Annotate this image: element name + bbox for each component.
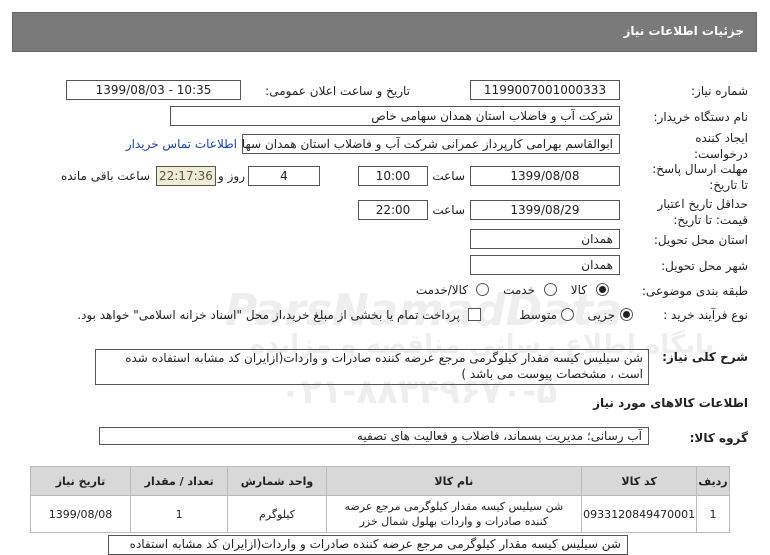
category-goods-label: کالا bbox=[570, 283, 587, 297]
validity-time-label: ساعت bbox=[432, 203, 465, 217]
category-label: طبقه بندی موضوعی: bbox=[641, 284, 748, 298]
need-number-label: شماره نیاز: bbox=[691, 84, 748, 98]
col-code: کد کالا bbox=[581, 466, 698, 496]
bottom-description-box: شن سیلیس کیسه مقدار کیلوگرمی مرجع عرضه ک… bbox=[108, 535, 628, 555]
creator-field: ابوالقاسم بهرامی کارپرداز عمرانی شرکت آب… bbox=[242, 134, 620, 154]
treasury-payment-checkbox[interactable] bbox=[468, 308, 481, 321]
reply-date-field: 1399/08/08 bbox=[470, 166, 620, 186]
bottom-description-text: شن سیلیس کیسه مقدار کیلوگرمی مرجع عرضه ک… bbox=[129, 537, 621, 551]
col-quantity: تعداد / مقدار bbox=[129, 466, 229, 496]
province-label: استان محل تحویل: bbox=[653, 233, 748, 247]
city-label: شهر محل تحویل: bbox=[661, 259, 748, 273]
buyer-label: نام دستگاه خریدار: bbox=[653, 110, 749, 124]
goods-table-header: ردیف کد کالا نام کالا واحد شمارش تعداد /… bbox=[30, 466, 730, 496]
description-field: شن سیلیس کیسه مقدار کیلوگرمی مرجع عرضه ک… bbox=[95, 349, 649, 385]
announce-label: تاریخ و ساعت اعلان عمومی: bbox=[265, 84, 410, 98]
goods-table: ردیف کد کالا نام کالا واحد شمارش تعداد /… bbox=[30, 466, 730, 533]
process-medium-label: متوسط bbox=[519, 308, 557, 322]
reply-deadline-label: مهلت ارسال پاسخ: تا تاریخ: bbox=[652, 162, 748, 192]
goods-group-field: آب رسانی؛ مدیریت پسماند، فاضلاب و فعالیت… bbox=[99, 427, 649, 445]
days-label: روز و bbox=[218, 169, 245, 183]
category-goods-service-label: کالا/خدمت bbox=[415, 283, 468, 297]
cell-date: 1399/08/08 bbox=[30, 495, 131, 533]
reply-time-label: ساعت bbox=[432, 169, 465, 183]
buyer-field: شرکت آب و فاضلاب استان همدان سهامی خاص bbox=[170, 106, 620, 126]
col-date: تاریخ نیاز bbox=[30, 466, 131, 496]
cell-code: 0933120849470001 bbox=[581, 495, 698, 533]
province-field: همدان bbox=[470, 229, 620, 249]
payment-note: پرداخت تمام یا بخشی از مبلغ خرید،از محل … bbox=[77, 308, 460, 322]
cell-row: 1 bbox=[696, 495, 730, 533]
goods-group-label: گروه کالا: bbox=[689, 431, 748, 445]
category-service-label: خدمت bbox=[503, 283, 535, 297]
col-name: نام کالا bbox=[325, 466, 583, 496]
col-unit: واحد شمارش bbox=[227, 466, 327, 496]
process-medium-radio[interactable] bbox=[561, 308, 574, 321]
city-field: همدان bbox=[470, 255, 620, 275]
process-minor-label: جزیی bbox=[587, 308, 615, 322]
col-row: ردیف bbox=[696, 466, 730, 496]
page-title: جزئیات اطلاعات نیاز bbox=[623, 24, 744, 38]
category-service-radio[interactable] bbox=[544, 283, 557, 296]
days-count-field: 4 bbox=[248, 166, 320, 186]
description-text: شن سیلیس کیسه مقدار کیلوگرمی مرجع عرضه ک… bbox=[125, 351, 643, 381]
cell-unit: کیلوگرم bbox=[227, 495, 327, 533]
description-label: شرح کلی نیاز: bbox=[662, 350, 748, 364]
need-number-field: 1199007001000333 bbox=[470, 80, 620, 100]
process-label: نوع فرآیند خرید : bbox=[663, 308, 748, 322]
validity-date-field: 1399/08/29 bbox=[470, 200, 620, 220]
validity-time-field: 22:00 bbox=[358, 200, 428, 220]
cell-quantity: 1 bbox=[129, 495, 229, 533]
page-header: جزئیات اطلاعات نیاز bbox=[12, 12, 757, 52]
table-row: 1 0933120849470001 شن سیلیس کیسه مقدار ک… bbox=[30, 495, 730, 533]
remaining-label: ساعت باقی مانده bbox=[60, 169, 150, 183]
contact-buyer-link[interactable]: اطلاعات تماس خریدار bbox=[126, 137, 237, 151]
creator-label: ایجاد کننده درخواست: bbox=[694, 131, 748, 161]
cell-name: شن سیلیس کیسه مقدار کیلوگرمی مرجع عرضه ک… bbox=[325, 495, 583, 533]
category-goods-radio[interactable] bbox=[596, 283, 609, 296]
validity-label: حداقل تاریخ اعتبار قیمت: تا تاریخ: bbox=[657, 197, 748, 227]
announce-field: 1399/08/03 - 10:35 bbox=[66, 80, 241, 100]
category-goods-service-radio[interactable] bbox=[476, 283, 489, 296]
reply-time-field: 10:00 bbox=[358, 166, 428, 186]
goods-section-title: اطلاعات کالاهای مورد نیاز bbox=[593, 396, 748, 410]
process-minor-radio[interactable] bbox=[620, 308, 633, 321]
remaining-time-field: 22:17:36 bbox=[156, 166, 216, 186]
